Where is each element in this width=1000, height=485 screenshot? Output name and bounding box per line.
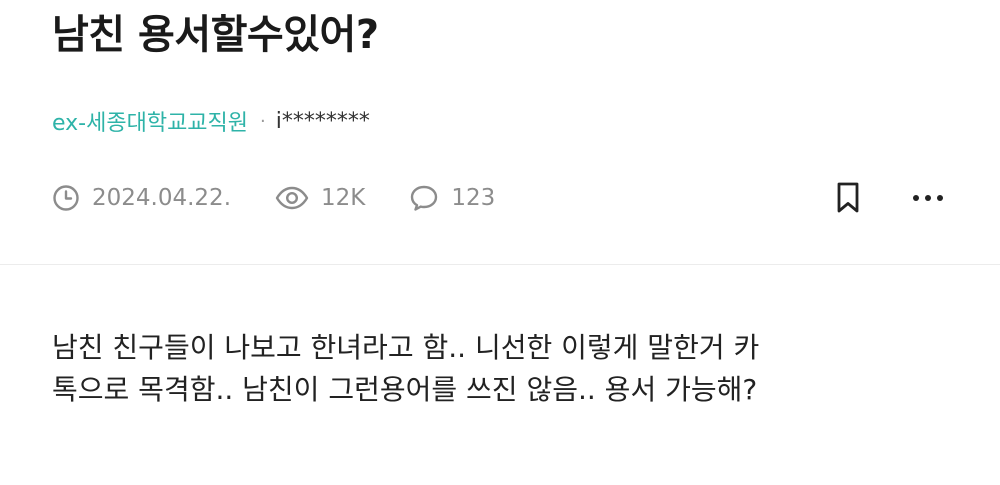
more-options-button[interactable] — [908, 178, 948, 218]
header-divider — [0, 264, 1000, 265]
author-row: ex-세종대학교교직원 · i******** — [52, 104, 370, 138]
more-horizontal-icon — [913, 195, 943, 201]
post-comments-text: 123 — [451, 185, 496, 211]
bookmark-icon — [837, 182, 859, 213]
post-body: 남친 친구들이 나보고 한녀라고 함.. 니선한 이렇게 말한거 카 톡으로 목… — [52, 327, 952, 411]
post-body-line: 톡으로 목격함.. 남친이 그런용어를 쓰진 않음.. 용서 가능해? — [52, 373, 758, 406]
post-comments[interactable]: 123 — [409, 184, 495, 212]
bookmark-button[interactable] — [828, 178, 868, 218]
post-views: 12K — [275, 184, 365, 212]
post-date: 2024.04.22. — [52, 184, 231, 212]
clock-icon — [53, 185, 79, 211]
post-body-line: 남친 친구들이 나보고 한녀라고 함.. 니선한 이렇게 말한거 카 — [52, 331, 760, 364]
post-meta: 2024.04.22. 12K 123 — [52, 178, 539, 218]
comment-icon — [411, 185, 438, 211]
post-page: 남친 용서할수있어? ex-세종대학교교직원 · i******** 2024.… — [0, 0, 1000, 485]
author-separator: · — [260, 110, 266, 132]
eye-icon — [275, 186, 309, 210]
post-views-text: 12K — [321, 185, 366, 211]
post-date-text: 2024.04.22. — [92, 185, 231, 211]
author-company[interactable]: ex-세종대학교교직원 — [52, 105, 248, 137]
post-title: 남친 용서할수있어? — [52, 12, 379, 58]
author-nickname[interactable]: i******** — [276, 109, 370, 134]
post-actions — [828, 178, 948, 218]
